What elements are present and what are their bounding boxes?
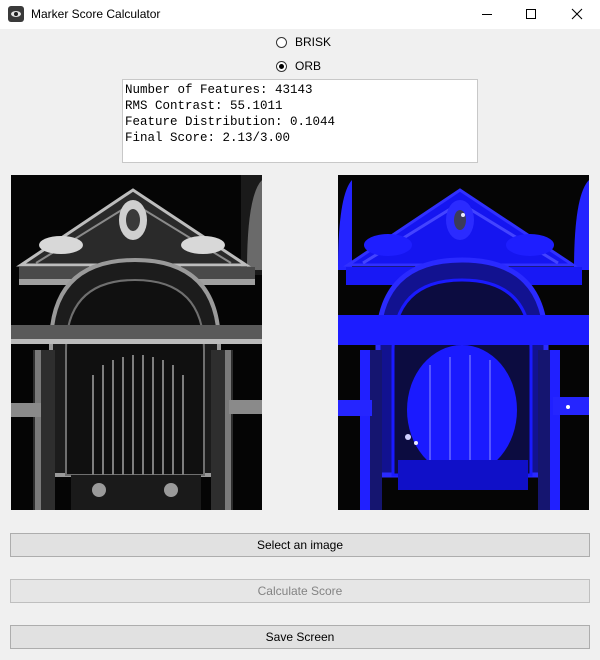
save-screen-button[interactable]: Save Screen <box>10 625 590 649</box>
result-feature-distribution: Feature Distribution: 0.1044 <box>125 115 336 129</box>
maximize-icon <box>526 9 536 19</box>
minimize-icon <box>482 14 492 15</box>
minimize-button[interactable] <box>464 0 510 29</box>
radio-brisk-circle[interactable] <box>276 36 287 48</box>
app-icon <box>8 6 24 22</box>
close-icon <box>571 8 583 20</box>
gate-grayscale-picture <box>11 175 262 510</box>
result-rms-contrast: RMS Contrast: 55.1011 <box>125 99 283 113</box>
radio-brisk[interactable]: BRISK <box>276 34 331 50</box>
radio-orb-label: ORB <box>295 59 322 73</box>
original-image <box>11 175 262 510</box>
close-button[interactable] <box>554 0 600 29</box>
title-bar: Marker Score Calculator <box>0 0 600 29</box>
gate-feature-overlay-picture <box>338 175 589 510</box>
results-text-box[interactable]: Number of Features: 43143 RMS Contrast: 5… <box>122 79 478 163</box>
feature-overlay-image <box>338 175 589 510</box>
result-final-score: Final Score: 2.13/3.00 <box>125 131 291 145</box>
result-features: Number of Features: 43143 <box>125 83 313 97</box>
select-image-button[interactable]: Select an image <box>10 533 590 557</box>
radio-orb-circle[interactable] <box>276 60 287 72</box>
maximize-button[interactable] <box>508 0 554 29</box>
radio-orb[interactable]: ORB <box>276 58 321 74</box>
radio-brisk-label: BRISK <box>295 35 332 49</box>
window-title: Marker Score Calculator <box>31 7 161 21</box>
calculate-score-button[interactable]: Calculate Score <box>10 579 590 603</box>
